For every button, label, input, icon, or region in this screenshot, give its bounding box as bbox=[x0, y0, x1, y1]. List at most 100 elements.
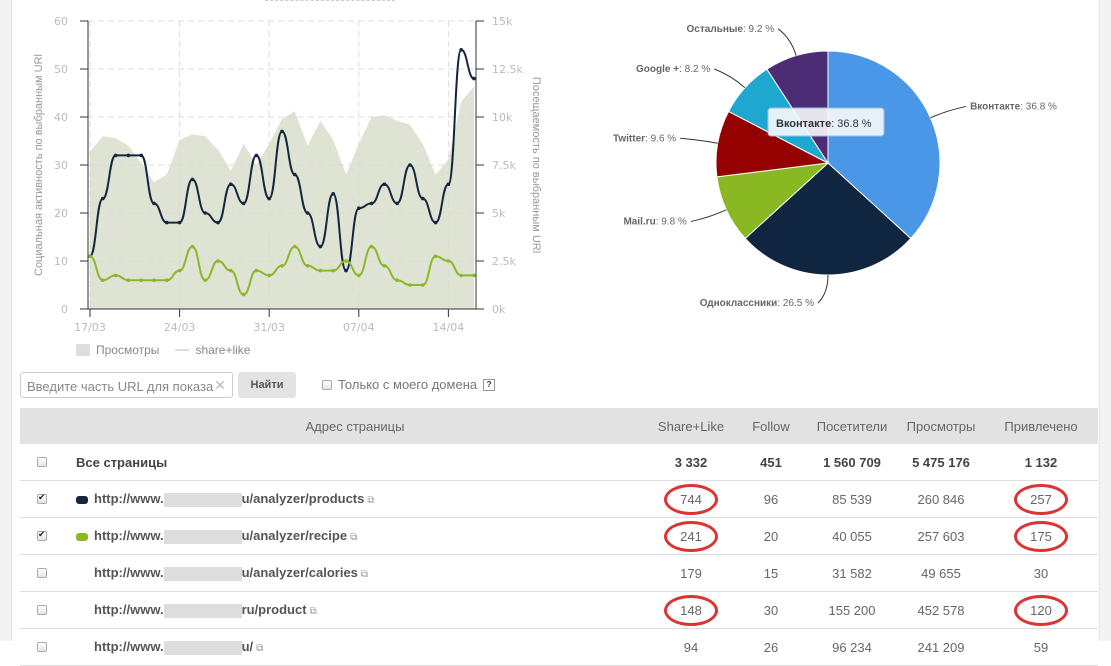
value: 85 539 bbox=[832, 491, 872, 507]
domain-only-checkbox[interactable]: Только с моего домена ? bbox=[322, 377, 496, 392]
external-link-icon[interactable]: ⧉ bbox=[256, 643, 263, 654]
header-attracted[interactable]: Привлечено bbox=[984, 408, 1098, 444]
tooltip-value: : 36.8 % bbox=[831, 118, 872, 130]
data-point bbox=[395, 201, 400, 206]
url-suffix[interactable]: u/analyzer/calories bbox=[242, 565, 358, 580]
value: 26 bbox=[763, 639, 779, 655]
help-icon[interactable]: ? bbox=[483, 378, 496, 391]
data-point bbox=[408, 163, 412, 167]
highlighted-value: 120 bbox=[1014, 594, 1068, 626]
cell: 175 bbox=[984, 517, 1098, 555]
data-point bbox=[305, 264, 310, 268]
data-point bbox=[472, 273, 476, 278]
value: 260 846 bbox=[917, 491, 965, 507]
row-checkbox[interactable] bbox=[37, 604, 47, 615]
row-checkbox[interactable] bbox=[37, 456, 47, 467]
data-point bbox=[152, 278, 156, 283]
pie-label-value: : 26.5 % bbox=[777, 298, 814, 309]
value: 257 603 bbox=[917, 528, 965, 544]
cell: 59 bbox=[984, 628, 1098, 666]
data-point bbox=[293, 172, 297, 177]
value: 241 209 bbox=[917, 639, 965, 655]
row-checkbox[interactable] bbox=[37, 492, 47, 504]
url-cell[interactable]: http://www. ru/product ⧉ bbox=[64, 591, 646, 629]
y2-tick-label: 0k bbox=[492, 303, 506, 316]
url-prefix[interactable]: http://www. bbox=[94, 602, 164, 617]
url-suffix[interactable]: u/ bbox=[242, 639, 254, 654]
pie-label-name: Google + bbox=[636, 64, 679, 75]
value: 452 578 bbox=[917, 602, 965, 618]
value: 59 bbox=[1033, 639, 1049, 655]
header-url[interactable]: Адрес страницы bbox=[64, 408, 646, 444]
find-button[interactable]: Найти bbox=[238, 372, 296, 398]
value: 30 bbox=[763, 602, 779, 618]
url-suffix[interactable]: u/analyzer/products bbox=[242, 491, 365, 506]
value: 15 bbox=[763, 565, 779, 581]
cell: 120 bbox=[984, 591, 1098, 629]
checkbox[interactable] bbox=[322, 379, 332, 390]
url-suffix[interactable]: ru/product bbox=[242, 602, 307, 617]
url-cell[interactable]: http://www. u/⧉ bbox=[64, 628, 646, 666]
highlighted-value: 148 bbox=[664, 594, 718, 626]
x-tick-label: 24/03 bbox=[164, 321, 196, 334]
data-point bbox=[331, 268, 336, 273]
data-point bbox=[101, 278, 105, 283]
redacted-domain bbox=[163, 529, 242, 544]
external-link-icon[interactable]: ⧉ bbox=[310, 606, 317, 617]
cell: 94 bbox=[646, 628, 736, 666]
url-cell[interactable]: http://www. u/analyzer/recipe ⧉ bbox=[64, 517, 646, 555]
external-link-icon[interactable]: ⧉ bbox=[350, 532, 357, 543]
value: 94 bbox=[683, 639, 699, 655]
cell: 257 bbox=[984, 480, 1098, 518]
search-placeholder: Введите часть URL для показа bbox=[27, 379, 214, 394]
pie-tooltip: Вконтакте: 36.8 % bbox=[767, 107, 885, 137]
row-checkbox[interactable] bbox=[37, 529, 47, 541]
value: 96 bbox=[763, 491, 779, 507]
cell: 744 bbox=[646, 480, 736, 518]
cell: 49 655 bbox=[898, 554, 984, 592]
cell: 241 209 bbox=[898, 628, 984, 666]
url-prefix[interactable]: http://www. bbox=[94, 565, 164, 580]
row-checkbox[interactable] bbox=[37, 567, 47, 578]
redacted-domain bbox=[163, 566, 242, 581]
data-point bbox=[382, 182, 387, 186]
legend-views-label[interactable]: Просмотры bbox=[96, 343, 159, 357]
url-prefix[interactable]: http://www. bbox=[94, 639, 164, 654]
data-point bbox=[369, 244, 374, 249]
url-suffix[interactable]: u/analyzer/recipe bbox=[242, 528, 348, 543]
y2-axis-title: Посещаемость по выбранным URl bbox=[530, 77, 542, 253]
legend-views-swatch[interactable] bbox=[76, 344, 90, 356]
data-point bbox=[139, 153, 143, 158]
data-point bbox=[357, 273, 361, 278]
url-cell[interactable]: http://www. u/analyzer/products ⧉ bbox=[64, 480, 646, 518]
table-row: http://www. u/analyzer/calories ⧉ 179 15 31 5… bbox=[20, 554, 1098, 592]
external-link-icon[interactable]: ⧉ bbox=[361, 569, 368, 580]
header-sharelike[interactable]: Share+Like bbox=[646, 408, 736, 444]
data-point bbox=[216, 220, 220, 225]
cell: 40 055 bbox=[806, 517, 898, 555]
row-checkbox[interactable] bbox=[37, 641, 47, 652]
table-row: http://www. u/analyzer/recipe⧉ 241 20 40 055… bbox=[20, 517, 1098, 555]
header-views[interactable]: Просмотры bbox=[898, 408, 984, 444]
legend-sharelike-swatch[interactable] bbox=[175, 349, 190, 351]
url-search-input[interactable]: Введите часть URL для показа ✕ bbox=[20, 372, 233, 398]
scrollbar[interactable] bbox=[1099, 0, 1111, 641]
url-prefix[interactable]: http://www. bbox=[94, 491, 164, 506]
data-point bbox=[446, 259, 451, 263]
cell: 96 234 bbox=[806, 628, 898, 666]
external-link-icon[interactable]: ⧉ bbox=[367, 495, 374, 506]
data-point bbox=[267, 196, 271, 201]
data-point bbox=[472, 76, 476, 81]
table-row-total: Все страницы 3 332 451 1 560 709 5 475 1… bbox=[20, 444, 1098, 481]
value: 155 200 bbox=[828, 602, 876, 618]
clear-icon[interactable]: ✕ bbox=[214, 377, 226, 394]
tooltip-label: Вконтакте bbox=[776, 118, 831, 130]
url-prefix[interactable]: http://www. bbox=[94, 528, 164, 543]
url-cell[interactable]: http://www. u/analyzer/calories ⧉ bbox=[64, 554, 646, 592]
header-follow[interactable]: Follow bbox=[736, 408, 806, 444]
header-visitors[interactable]: Посетители bbox=[806, 408, 898, 444]
data-point bbox=[241, 292, 246, 297]
redacted-domain bbox=[163, 603, 242, 618]
legend-sharelike-label[interactable]: share+like bbox=[195, 343, 250, 357]
data-point bbox=[177, 268, 182, 273]
